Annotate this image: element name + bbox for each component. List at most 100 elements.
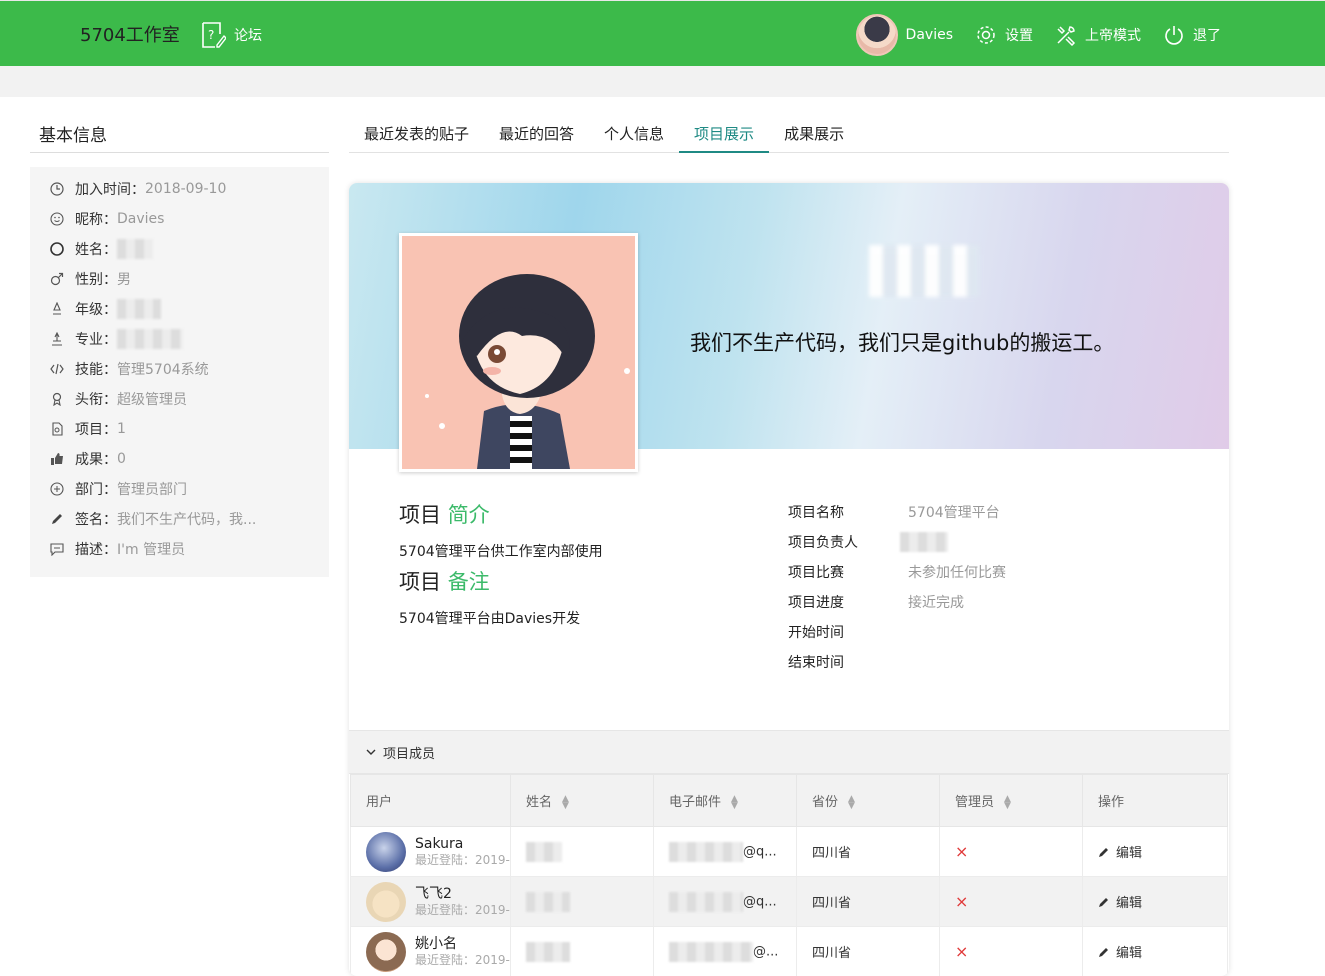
- members-title: 项目成员: [383, 746, 436, 762]
- info-row-title: 头衔： 超级管理员: [30, 384, 329, 414]
- project-info-leader: 项目负责人: [788, 527, 948, 557]
- sidebar-title: 基本信息: [30, 112, 329, 153]
- power-icon: [1165, 26, 1183, 45]
- sort-icon[interactable]: ▲ ▼: [848, 794, 855, 810]
- column-header-admin[interactable]: 管理员 ▲ ▼: [939, 774, 1083, 827]
- profile-tabs: 最近发表的贴子 最近的回答 个人信息 项目展示 成果展示: [349, 112, 1229, 153]
- info-label: 加入时间：: [75, 182, 145, 198]
- edit-label: 编辑: [1116, 946, 1143, 961]
- god-mode-label: 上帝模式: [1085, 28, 1141, 44]
- info-value: 5704管理平台: [908, 505, 1000, 521]
- tab-recent-answers[interactable]: 最近的回答: [484, 112, 589, 153]
- intro-heading-text: 项目: [399, 503, 441, 527]
- redacted-value: [669, 841, 743, 862]
- edit-button[interactable]: 编辑: [1098, 942, 1227, 961]
- sort-icon[interactable]: ▲ ▼: [1004, 794, 1011, 810]
- project-info-progress: 项目进度 接近完成: [788, 587, 964, 617]
- tools-icon: [1057, 26, 1076, 46]
- info-row-department: 部门： 管理员部门: [30, 474, 329, 504]
- info-key: 项目名称: [788, 505, 844, 521]
- user-menu[interactable]: Davies: [855, 14, 953, 56]
- info-label: 描述：: [75, 542, 117, 558]
- member-last-login: 最近登陆：2019-(: [415, 902, 510, 917]
- member-email-suffix: @q...: [743, 844, 777, 859]
- info-value: I'm 管理员: [117, 542, 186, 558]
- project-image: [399, 233, 638, 472]
- redacted-value: [117, 239, 153, 259]
- member-username[interactable]: Sakura: [415, 836, 510, 852]
- note-text: 5704管理平台由Davies开发: [399, 611, 581, 627]
- smile-icon: [49, 211, 65, 227]
- god-mode-button[interactable]: 上帝模式: [1055, 24, 1141, 46]
- avatar: [855, 14, 898, 56]
- redacted-value: [526, 941, 570, 962]
- forum-label: 论坛: [234, 28, 262, 44]
- members-table: 用户 姓名 ▲ ▼ 电子邮件 ▲ ▼ 省份 ▲ ▼ 管理员 ▲ ▼ 操作 Sakura 最近登陆：…: [350, 774, 1228, 976]
- info-value: 超级管理员: [117, 392, 187, 408]
- tab-personal-info[interactable]: 个人信息: [589, 112, 679, 153]
- info-label: 技能：: [75, 362, 117, 378]
- info-label: 头衔：: [75, 392, 117, 408]
- members-collapse-header[interactable]: 项目成员: [349, 730, 1229, 774]
- sort-icon[interactable]: ▲ ▼: [731, 794, 738, 810]
- info-key: 结束时间: [788, 655, 844, 671]
- forum-icon: ?: [202, 22, 226, 48]
- info-value: 我们不生产代码，我...: [117, 512, 257, 528]
- member-province: 四川省: [796, 876, 940, 927]
- project-info-name: 项目名称 5704管理平台: [788, 497, 1000, 527]
- member-username[interactable]: 飞飞2: [415, 886, 510, 902]
- code-icon: [49, 361, 65, 377]
- intro-heading: 项目 简介: [399, 499, 490, 529]
- info-value: 接近完成: [908, 595, 964, 611]
- note-heading-text: 项目: [399, 570, 441, 594]
- chevron-down-icon: [366, 749, 376, 755]
- info-row-nickname: 昵称： Davies: [30, 204, 329, 234]
- info-label: 昵称：: [75, 212, 117, 228]
- table-header-row: 用户 姓名 ▲ ▼ 电子邮件 ▲ ▼ 省份 ▲ ▼ 管理员 ▲ ▼ 操作: [350, 774, 1228, 827]
- avatar[interactable]: [366, 881, 406, 922]
- member-last-login: 最近登陆：2019-1: [415, 952, 510, 967]
- project-motto: 我们不生产代码，我们只是github的搬运工。: [690, 331, 1115, 355]
- note-heading-accent: 备注: [447, 570, 490, 594]
- avatar[interactable]: [366, 831, 406, 872]
- edit-label: 编辑: [1116, 846, 1143, 861]
- member-username[interactable]: 姚小名: [415, 936, 510, 952]
- avatar[interactable]: [366, 931, 406, 972]
- edit-button[interactable]: 编辑: [1098, 892, 1227, 911]
- redacted-value: [526, 841, 562, 862]
- info-value: 管理5704系统: [117, 362, 209, 378]
- member-email-suffix: @...: [753, 944, 779, 959]
- info-row-skill: 技能： 管理5704系统: [30, 354, 329, 384]
- comment-icon: [49, 541, 65, 557]
- logout-button[interactable]: 退了: [1163, 24, 1221, 46]
- column-header-province[interactable]: 省份 ▲ ▼: [796, 774, 940, 827]
- settings-button[interactable]: 设置: [975, 24, 1033, 46]
- column-header-name[interactable]: 姓名 ▲ ▼: [510, 774, 654, 827]
- edit-button[interactable]: 编辑: [1098, 842, 1227, 861]
- column-header-email[interactable]: 电子邮件 ▲ ▼: [653, 774, 797, 827]
- info-value: Davies: [117, 211, 165, 227]
- forum-link[interactable]: ? 论坛: [200, 21, 262, 49]
- tab-project-showcase[interactable]: 项目展示: [679, 112, 770, 153]
- male-icon: [49, 271, 65, 287]
- info-key: 项目负责人: [788, 535, 858, 551]
- member-province: 四川省: [796, 826, 940, 877]
- brand-title[interactable]: 5704工作室: [80, 21, 180, 47]
- user-name: Davies: [905, 27, 953, 43]
- info-value: 男: [117, 272, 131, 288]
- not-admin-cross-icon: ×: [955, 892, 969, 911]
- project-info-competition: 项目比赛 未参加任何比赛: [788, 557, 1006, 587]
- redacted-value: [669, 891, 743, 912]
- info-row-grade: 年级：: [30, 294, 329, 324]
- column-header-user: 用户: [350, 774, 511, 827]
- tab-recent-posts[interactable]: 最近发表的贴子: [349, 112, 484, 153]
- sort-icon[interactable]: ▲ ▼: [562, 794, 569, 810]
- info-value: 2018-09-10: [145, 181, 227, 197]
- info-row-achievements: 成果： 0: [30, 444, 329, 474]
- redacted-value: [117, 299, 161, 319]
- circle-icon: [49, 241, 65, 257]
- tab-achievements[interactable]: 成果展示: [769, 112, 859, 153]
- info-key: 项目进度: [788, 595, 844, 611]
- not-admin-cross-icon: ×: [955, 842, 969, 861]
- info-row-name: 姓名：: [30, 234, 329, 264]
